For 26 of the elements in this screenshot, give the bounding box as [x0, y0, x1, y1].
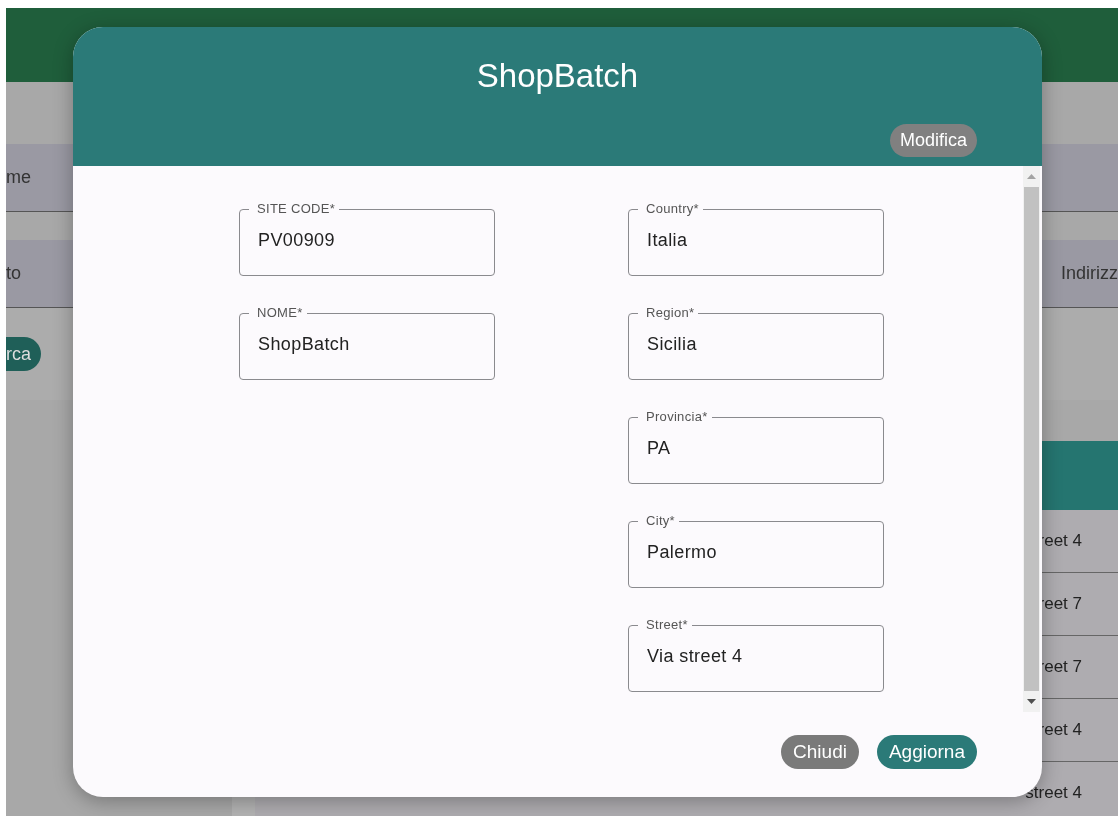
field-label: Street* [638, 618, 692, 632]
field-value: Italia [647, 230, 688, 251]
dialog-title: ShopBatch [476, 57, 639, 95]
scroll-down-icon[interactable] [1027, 699, 1036, 704]
field-value: Sicilia [647, 334, 697, 355]
field-label: Region* [638, 306, 699, 320]
scroll-up-icon[interactable] [1027, 174, 1036, 179]
filter-label: me [6, 167, 31, 188]
field-value: ShopBatch [258, 334, 350, 355]
field-value: PV00909 [258, 230, 335, 251]
field-label: Country* [638, 202, 703, 216]
edit-button[interactable]: Modifica [889, 124, 977, 157]
field-label: City* [638, 514, 679, 528]
field-value: Palermo [647, 542, 717, 563]
field-label: SITE CODE* [249, 202, 340, 216]
update-button[interactable]: Aggiorna [876, 735, 977, 769]
field-label: NOME* [249, 306, 307, 320]
close-button[interactable]: Chiudi [781, 735, 859, 769]
search-button[interactable]: rca [6, 337, 41, 371]
field-label: Provincia* [638, 410, 712, 424]
scrollbar[interactable] [1023, 166, 1040, 712]
field-value: PA [647, 438, 671, 459]
filter-label: to [6, 263, 21, 284]
scrollbar-thumb[interactable] [1024, 187, 1039, 691]
field-value: Via street 4 [647, 646, 743, 667]
filter-label: Indirizz [1061, 263, 1118, 284]
